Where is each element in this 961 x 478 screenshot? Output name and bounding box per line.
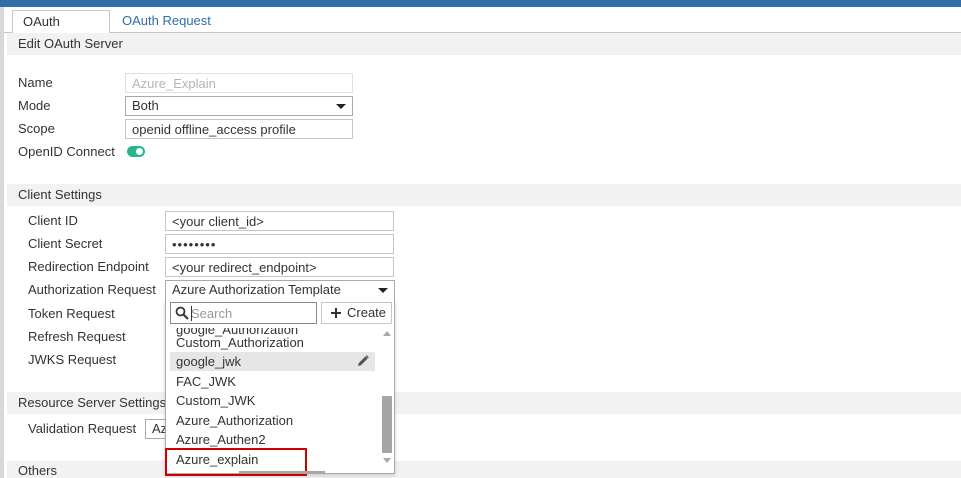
name-field — [125, 73, 353, 93]
dropdown-scrollbar[interactable] — [380, 328, 393, 468]
scroll-down-arrow-icon[interactable] — [383, 458, 391, 463]
jwks-request-label: JWKS Request — [28, 352, 117, 367]
dropdown-option[interactable]: FAC_JWK — [170, 372, 375, 391]
client-settings-header: Client Settings — [7, 184, 961, 206]
scrollbar-thumb[interactable] — [382, 396, 392, 453]
dropdown-search-input[interactable] — [191, 304, 313, 322]
toggle-knob — [136, 148, 143, 155]
others-header: Others — [7, 461, 961, 478]
create-button[interactable]: Create — [321, 302, 392, 324]
dropdown-option-selected[interactable]: Azure_explain — [170, 450, 375, 469]
chevron-down-icon — [378, 288, 388, 293]
openid-connect-label: OpenID Connect — [18, 144, 115, 159]
authorization-request-value: Azure Authorization Template — [172, 282, 341, 297]
edit-oauth-server-header: Edit OAuth Server — [7, 33, 961, 55]
left-rail — [0, 7, 4, 478]
authorization-request-select[interactable]: Azure Authorization Template — [165, 280, 395, 300]
refresh-request-label: Refresh Request — [28, 329, 126, 344]
tab-oauth-request[interactable]: OAuth Request — [112, 10, 221, 34]
scroll-up-arrow-icon[interactable] — [383, 331, 391, 336]
create-button-label: Create — [347, 305, 387, 320]
resource-server-settings-header: Resource Server Settings — [7, 392, 961, 414]
openid-connect-toggle[interactable] — [127, 146, 145, 157]
dropdown-search-box[interactable] — [170, 302, 317, 324]
redirection-endpoint-label: Redirection Endpoint — [28, 259, 149, 274]
client-secret-label: Client Secret — [28, 236, 103, 251]
top-accent-bar — [0, 0, 961, 7]
dropdown-option-hovered[interactable]: google_jwk — [170, 352, 375, 371]
horizontal-scroll-indicator — [239, 471, 325, 474]
dropdown-option[interactable]: Custom_Authorization — [170, 333, 375, 352]
dropdown-option-list: google_Authorization Custom_Authorizatio… — [166, 328, 379, 474]
pencil-icon[interactable] — [357, 355, 369, 367]
scope-label: Scope — [18, 121, 55, 136]
validation-request-label: Validation Request — [28, 421, 137, 436]
redirection-endpoint-field[interactable] — [165, 257, 394, 277]
dropdown-option[interactable]: Azure_Authorization — [170, 411, 375, 430]
mode-select[interactable]: Both — [125, 96, 353, 116]
mode-label: Mode — [18, 98, 51, 113]
authorization-request-dropdown: Create google_Authorization Custom_Autho… — [165, 299, 395, 474]
client-id-label: Client ID — [28, 213, 78, 228]
token-request-label: Token Request — [28, 306, 115, 321]
plus-icon — [331, 308, 341, 318]
name-label: Name — [18, 75, 53, 90]
client-id-field[interactable] — [165, 211, 394, 231]
client-secret-field[interactable] — [165, 234, 394, 254]
text-cursor — [191, 306, 192, 321]
chevron-down-icon — [336, 104, 346, 109]
authorization-request-label: Authorization Request — [28, 282, 156, 297]
tab-bar: OAuth Server OAuth Request — [4, 7, 961, 51]
dropdown-option-label: google_jwk — [176, 354, 242, 369]
tab-oauth-server[interactable]: OAuth Server — [12, 10, 110, 51]
mode-select-value: Both — [132, 98, 159, 113]
dropdown-option[interactable]: Azure_Authen2 — [170, 430, 375, 449]
dropdown-option[interactable]: Custom_JWK — [170, 391, 375, 410]
scope-field[interactable] — [125, 119, 353, 139]
search-icon — [175, 306, 189, 320]
